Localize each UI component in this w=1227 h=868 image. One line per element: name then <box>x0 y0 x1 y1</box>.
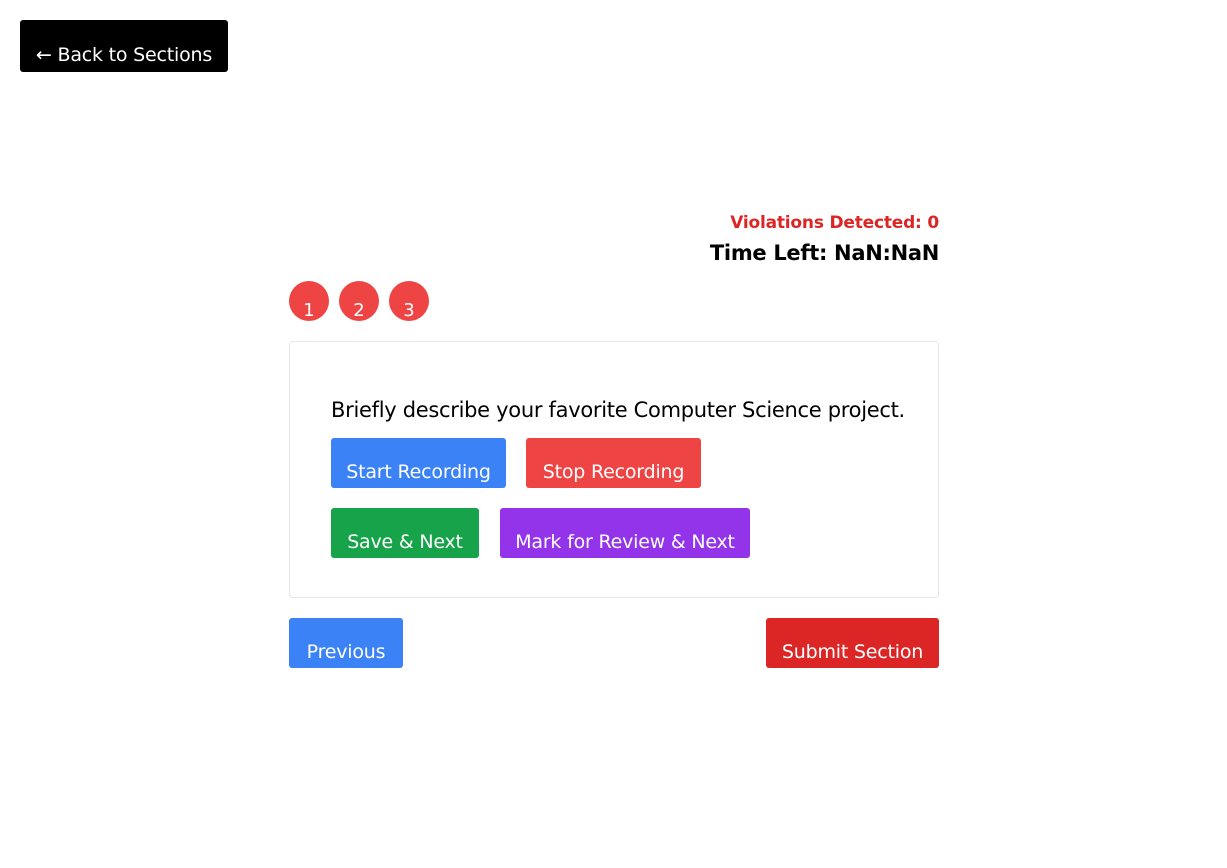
save-next-button[interactable]: Save & Next <box>331 508 479 558</box>
back-to-sections-button[interactable]: ← Back to Sections <box>20 20 228 72</box>
previous-button[interactable]: Previous <box>289 618 403 668</box>
stop-recording-button[interactable]: Stop Recording <box>526 438 701 488</box>
question-nav-button-3[interactable]: 3 <box>389 281 429 321</box>
time-left-display: Time Left: NaN:NaN <box>709 241 939 265</box>
submit-section-button[interactable]: Submit Section <box>766 618 939 668</box>
violations-counter: Violations Detected: 0 <box>730 213 939 233</box>
start-recording-button[interactable]: Start Recording <box>331 438 506 488</box>
question-nav-button-2[interactable]: 2 <box>339 281 379 321</box>
mark-review-next-button[interactable]: Mark for Review & Next <box>500 508 750 558</box>
question-nav-button-1[interactable]: 1 <box>289 281 329 321</box>
question-navigator: 1 2 3 <box>289 281 429 321</box>
question-text: Briefly describe your favorite Computer … <box>331 398 905 422</box>
question-card: Briefly describe your favorite Computer … <box>289 341 939 598</box>
